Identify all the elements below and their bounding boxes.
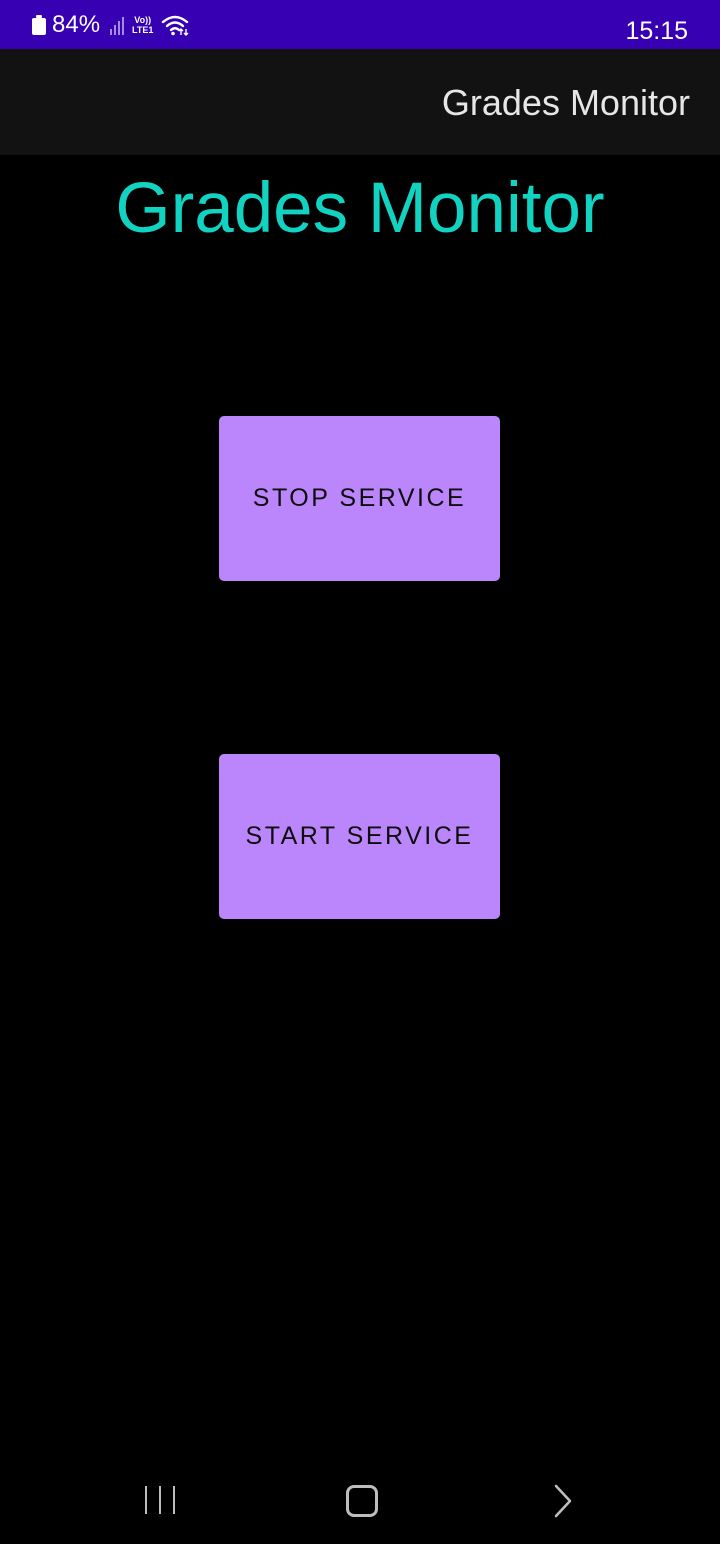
wifi-icon <box>162 15 189 36</box>
battery-icon <box>32 14 46 35</box>
volte-label: Vo)) <box>134 14 152 25</box>
navigation-bar <box>0 1454 720 1544</box>
network-label: LTE1 <box>132 24 154 35</box>
volte-icon: Vo)) LTE1 <box>132 15 153 35</box>
stop-service-button[interactable]: STOP SERVICE <box>219 416 500 581</box>
app-bar-title: Grades Monitor <box>441 82 690 123</box>
start-service-button[interactable]: START SERVICE <box>219 754 500 919</box>
page-heading: Grades Monitor <box>115 169 605 248</box>
recents-icon[interactable] <box>145 1486 175 1514</box>
back-icon[interactable] <box>548 1484 578 1518</box>
status-time: 15:15 <box>625 17 688 45</box>
status-bar: 84% Vo)) LTE1 15:15 <box>0 0 720 49</box>
battery-percentage: 84% <box>52 11 101 38</box>
app-bar: Grades Monitor <box>0 49 720 155</box>
signal-icon <box>110 15 125 35</box>
home-icon[interactable] <box>346 1485 378 1517</box>
screen: 84% Vo)) LTE1 15:15 Grades Monitor Grade… <box>0 0 720 1544</box>
status-icons: 84% Vo)) LTE1 <box>32 0 189 49</box>
